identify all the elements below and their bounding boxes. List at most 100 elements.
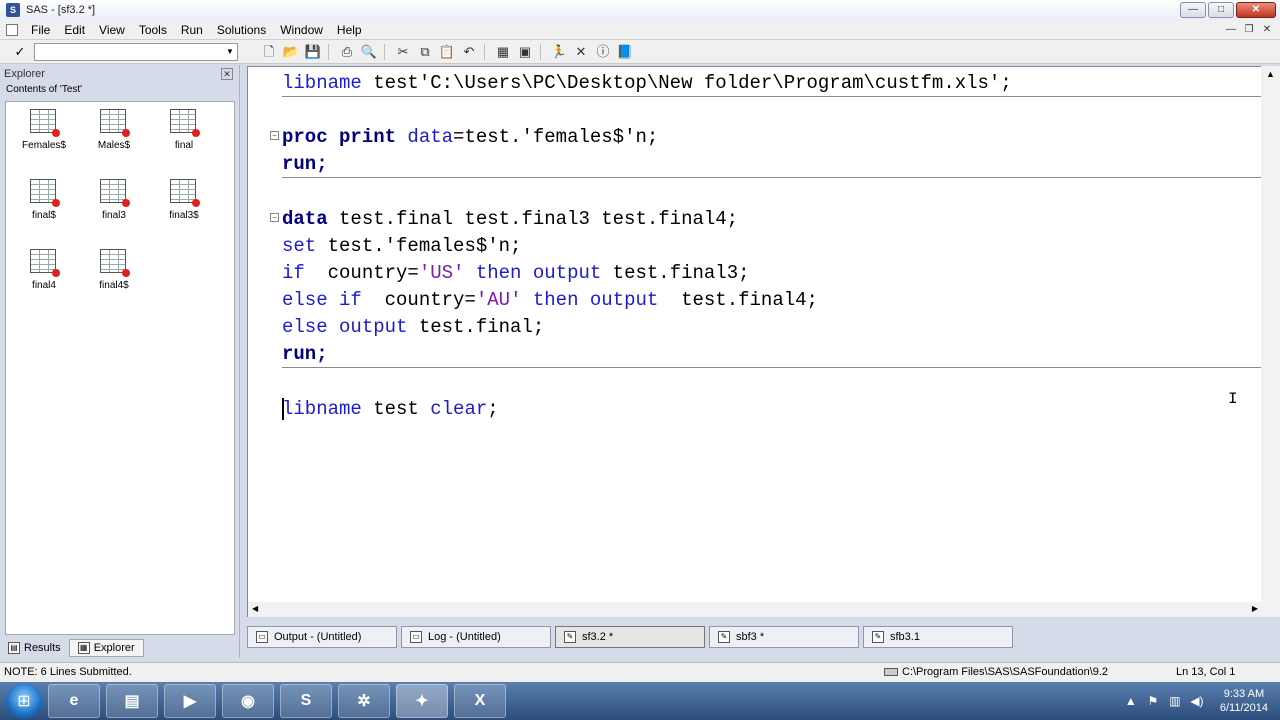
explorer-item-females[interactable]: Females$ (14, 106, 74, 166)
media-player-taskbar-icon[interactable]: ▶ (164, 684, 216, 718)
tab-log[interactable]: ▭ Log - (Untitled) (401, 626, 551, 648)
code-line-1[interactable]: libname test'C:\Users\PC\Desktop\New fol… (282, 72, 1012, 94)
clear-all-icon[interactable]: ✕ (570, 42, 592, 62)
menu-solutions[interactable]: Solutions (210, 20, 273, 40)
explorer-item-final4[interactable]: final4 (14, 246, 74, 306)
paste-icon[interactable]: 📋 (436, 42, 458, 62)
code-text: test.final3; (601, 262, 750, 284)
copy-icon[interactable]: ⧉ (414, 42, 436, 62)
menu-view[interactable]: View (92, 20, 132, 40)
explorer-item-label: final3$ (169, 210, 199, 221)
print-icon[interactable]: ⎙ (336, 42, 358, 62)
fold-toggle-icon[interactable]: − (270, 131, 279, 140)
code-line-2[interactable]: proc print data=test.'females$'n; (282, 126, 658, 148)
document-icon[interactable] (6, 23, 18, 36)
keyword: libname (282, 72, 362, 94)
tab-explorer[interactable]: ▦ Explorer (68, 639, 144, 657)
menu-window[interactable]: Window (273, 20, 330, 40)
explorer-item-final3-dollar[interactable]: final3$ (154, 176, 214, 236)
break-icon[interactable]: ⓘ (592, 42, 614, 62)
maximize-button[interactable]: □ (1208, 2, 1234, 18)
chrome-taskbar-icon[interactable]: ◉ (222, 684, 274, 718)
explorer-item-final3[interactable]: final3 (84, 176, 144, 236)
tab-output[interactable]: ▭ Output - (Untitled) (247, 626, 397, 648)
ie-taskbar-icon[interactable]: e (48, 684, 100, 718)
toolbar-separator (484, 43, 492, 60)
undo-icon[interactable]: ↶ (458, 42, 480, 62)
minimize-button[interactable]: — (1180, 2, 1206, 18)
explorer-icon[interactable]: ▣ (514, 42, 536, 62)
code-line-4[interactable]: data test.final test.final3 test.final4; (282, 208, 738, 230)
save-icon[interactable]: 💾 (302, 42, 324, 62)
code-text: test.final test.final3 test.final4; (327, 208, 739, 230)
horizontal-scrollbar[interactable]: ◀ ▶ (248, 602, 1280, 617)
tab-label: sbf3 * (736, 631, 765, 643)
scroll-left-icon[interactable]: ◀ (252, 604, 258, 613)
cursor-position: Ln 13, Col 1 (1176, 666, 1236, 678)
window-controls: — □ ✕ (1178, 2, 1276, 18)
code-text: test (361, 398, 431, 420)
chevron-down-icon[interactable]: ▼ (223, 44, 237, 60)
code-line-3[interactable]: run; (282, 153, 328, 175)
tab-results[interactable]: ▤ Results (0, 639, 69, 657)
menu-tools[interactable]: Tools (132, 20, 174, 40)
explorer-item-final-dollar[interactable]: final$ (14, 176, 74, 236)
explorer-item-final4-dollar[interactable]: final4$ (84, 246, 144, 306)
tab-sbf3[interactable]: ✎ sbf3 * (709, 626, 859, 648)
sas-taskbar-icon[interactable]: ✦ (396, 684, 448, 718)
skype-taskbar-icon[interactable]: S (280, 684, 332, 718)
code-line-5[interactable]: set test.'females$'n; (282, 235, 521, 257)
clock[interactable]: 9:33 AM 6/11/2014 (1220, 687, 1268, 715)
code-line-8[interactable]: else output test.final; (282, 316, 544, 338)
explorer-item-males[interactable]: Males$ (84, 106, 144, 166)
explorer-item-label: final (174, 140, 194, 151)
run-submit-icon[interactable]: 🏃 (548, 42, 570, 62)
help-book-icon[interactable]: 📘 (614, 42, 636, 62)
command-box[interactable]: ▼ (34, 42, 238, 61)
scroll-right-icon[interactable]: ▶ (1252, 604, 1258, 613)
explorer-taskbar-icon[interactable]: ▤ (106, 684, 158, 718)
toolbar-separator (384, 43, 392, 60)
network-icon[interactable]: ▥ (1164, 694, 1186, 708)
explorer-tab-icon: ▦ (77, 642, 90, 654)
explorer-items: Females$ Males$ final final$ final3 fina… (5, 101, 235, 635)
tab-sfb3-1[interactable]: ✎ sfb3.1 (863, 626, 1013, 648)
doc-close-icon[interactable]: ✕ (1258, 22, 1276, 38)
doc-restore-icon[interactable]: ❐ (1240, 22, 1258, 38)
show-hidden-icons-icon[interactable]: ▲ (1120, 694, 1142, 708)
step-divider (282, 177, 1262, 178)
print-preview-icon[interactable]: 🔍 (358, 42, 380, 62)
step-divider (282, 367, 1262, 368)
program-editor[interactable]: libname test'C:\Users\PC\Desktop\New fol… (247, 66, 1280, 617)
close-panel-icon[interactable]: ✕ (221, 68, 233, 80)
menu-edit[interactable]: Edit (57, 20, 92, 40)
keyword: if (282, 262, 305, 284)
fold-toggle-icon[interactable]: − (270, 213, 279, 222)
scroll-up-icon[interactable]: ▲ (1261, 66, 1280, 82)
code-line-6[interactable]: if country='US' then output test.final3; (282, 262, 750, 284)
menu-help[interactable]: Help (330, 20, 369, 40)
checkmark-icon[interactable]: ✓ (10, 44, 30, 60)
excel-taskbar-icon[interactable]: X (454, 684, 506, 718)
app-taskbar-icon[interactable]: ✲ (338, 684, 390, 718)
code-line-9[interactable]: run; (282, 343, 328, 365)
doc-minimize-icon[interactable]: — (1222, 22, 1240, 38)
menu-file[interactable]: File (24, 20, 57, 40)
code-line-7[interactable]: else if country='AU' then output test.fi… (282, 289, 818, 311)
output-window-icon: ▭ (256, 631, 268, 643)
start-button[interactable]: ⊞ (6, 683, 42, 719)
volume-icon[interactable]: ◀) (1186, 694, 1208, 708)
tab-sf3-2[interactable]: ✎ sf3.2 * (555, 626, 705, 648)
new-file-icon[interactable]: 🗋 (258, 42, 280, 62)
menu-run[interactable]: Run (174, 20, 210, 40)
open-folder-icon[interactable]: 📂 (280, 42, 302, 62)
cut-icon[interactable]: ✂ (392, 42, 414, 62)
vertical-scrollbar[interactable]: ▲ (1261, 66, 1280, 602)
libraries-icon[interactable]: ▦ (492, 42, 514, 62)
flag-icon[interactable]: ⚑ (1142, 694, 1164, 708)
sas-window: S SAS - [sf3.2 *] — □ ✕ File Edit View T… (0, 0, 1280, 720)
explorer-contents-label: Contents of 'Test' (6, 84, 83, 95)
close-button[interactable]: ✕ (1236, 2, 1276, 18)
explorer-item-final[interactable]: final (154, 106, 214, 166)
code-line-10[interactable]: libname test clear; (282, 398, 499, 420)
